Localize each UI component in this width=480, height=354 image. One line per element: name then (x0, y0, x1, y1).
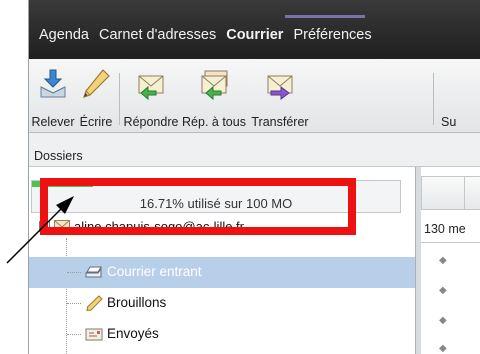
sent-icon (85, 328, 103, 341)
folder-inbox[interactable]: Courrier entrant (29, 257, 415, 288)
sogo-webmail-window: Agenda Carnet d'adresses Courrier Préfér… (28, 0, 480, 354)
reply-icon (138, 75, 164, 101)
pencil-icon (83, 69, 110, 98)
unread-dot-icon[interactable]: ◆ (439, 285, 447, 296)
nav-item-mail[interactable]: Courrier (221, 27, 288, 43)
folders-title: Dossiers (34, 149, 83, 163)
unread-dot-icon[interactable]: ◆ (439, 343, 447, 354)
unread-dot-icon[interactable]: ◆ (439, 255, 447, 266)
nav-item-preferences[interactable]: Préférences (288, 27, 376, 43)
nav-item-agenda[interactable]: Agenda (34, 27, 94, 43)
compose-label: Écrire (79, 115, 113, 129)
fetch-mail-label: Relever (31, 115, 75, 129)
folder-sent[interactable]: Envoyés (29, 319, 415, 350)
reply-all-icon (201, 70, 228, 101)
folder-drafts[interactable]: Brouillons (29, 288, 415, 319)
message-count: 130 me (424, 222, 466, 236)
account-node[interactable]: − aline.chapuis-sogo@ac-lille.fr (31, 214, 415, 238)
truncated-toolbar-button[interactable]: Su (441, 65, 480, 129)
top-navigation-bar: Agenda Carnet d'adresses Courrier Préfér… (29, 0, 480, 59)
message-list-header[interactable] (421, 176, 480, 210)
folder-tree-panel: 16.71% utilisé sur 100 MO − aline.chapui… (29, 167, 415, 354)
reply-all-button[interactable]: Rép. à tous (181, 65, 247, 129)
toolbar-divider (119, 73, 120, 125)
mail-toolbar: Relever Écrire Répondre Rép. à tous Tran… (29, 59, 480, 133)
forward-label: Transférer (251, 115, 309, 129)
reply-all-label: Rép. à tous (182, 115, 246, 129)
pencil-icon (86, 295, 103, 311)
nav-item-address-book[interactable]: Carnet d'adresses (94, 27, 221, 43)
module-tabs: Agenda Carnet d'adresses Courrier Préfér… (34, 27, 377, 43)
mailbox-quota-bar: 16.71% utilisé sur 100 MO (31, 180, 401, 213)
fetch-mail-button[interactable]: Relever (29, 65, 79, 129)
folder-label: Brouillons (107, 295, 167, 310)
quota-fill (32, 181, 94, 187)
fetch-mail-icon (40, 69, 66, 98)
compose-button[interactable]: Écrire (75, 65, 117, 129)
inbox-icon (85, 266, 102, 278)
folder-label: Courrier entrant (107, 264, 202, 279)
unread-dot-icon[interactable]: ◆ (439, 315, 447, 326)
active-tab-indicator (285, 15, 365, 18)
collapse-icon[interactable]: − (39, 220, 50, 232)
message-list-panel: 130 me ◆ ◆ ◆ ◆ (421, 167, 480, 354)
quota-text: 16.71% utilisé sur 100 MO (139, 196, 293, 211)
reply-label: Répondre (123, 115, 179, 129)
forward-button[interactable]: Transférer (247, 65, 313, 129)
folder-label: Envoyés (107, 326, 159, 341)
mailbox-icon (54, 220, 70, 232)
truncated-button-label: Su (441, 115, 457, 129)
folders-header: Dossiers (29, 133, 480, 167)
forward-icon (267, 75, 293, 100)
account-email: aline.chapuis-sogo@ac-lille.fr (74, 218, 244, 234)
reply-button[interactable]: Répondre (121, 65, 181, 129)
toolbar-divider (433, 73, 434, 125)
